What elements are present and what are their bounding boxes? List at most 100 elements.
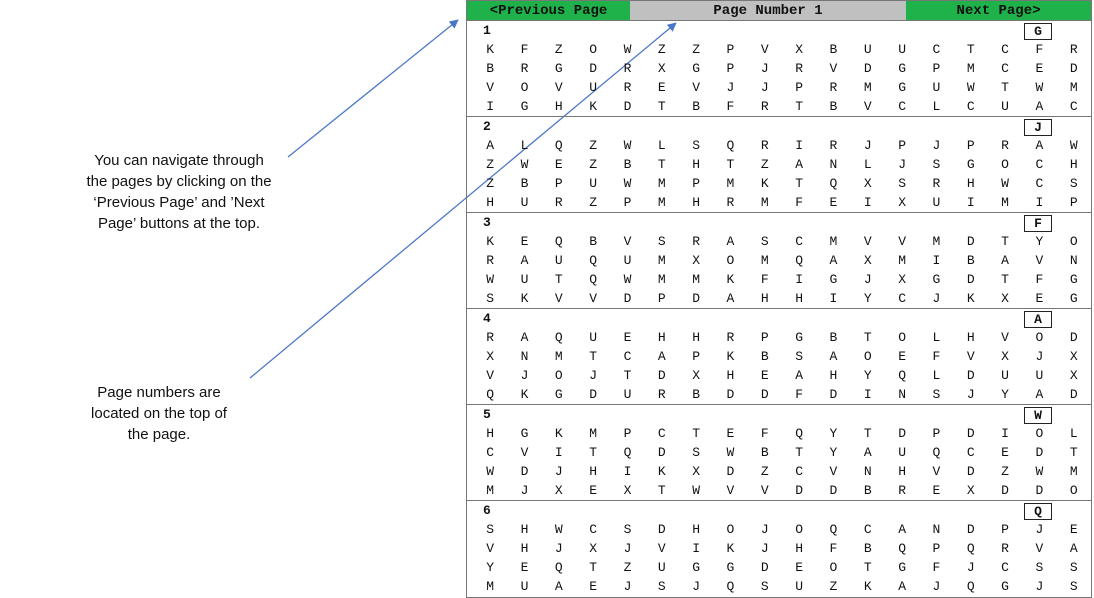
letter-cell: D xyxy=(623,291,632,306)
letter-cell: F xyxy=(1035,42,1044,57)
letter-cell: I xyxy=(863,387,872,402)
letter-cell: I xyxy=(966,195,975,210)
letter-cell: D xyxy=(966,368,975,383)
letter-cell: E xyxy=(898,349,906,364)
letter-cell: C xyxy=(966,99,975,114)
letter-cell: K xyxy=(726,272,735,287)
letter-cell: T xyxy=(863,426,872,441)
letter-row: IGHKDTBFRTBVCLCUAC xyxy=(467,97,1091,116)
answer-letter-box: A xyxy=(1024,311,1052,328)
letter-cell: I xyxy=(795,272,804,287)
letter-cell: G xyxy=(1069,272,1078,287)
letter-cell: O xyxy=(726,253,735,268)
letter-cell: T xyxy=(589,560,598,575)
letter-cell: E xyxy=(932,483,941,498)
letter-block: 2JALQZWLSQRIRJPJPRAWZWEZBTHTZANLJSGOCHZB… xyxy=(467,117,1091,213)
letter-cell: H xyxy=(589,464,598,479)
letter-cell: D xyxy=(966,272,975,287)
letter-cell: M xyxy=(486,579,495,594)
letter-cell: J xyxy=(932,138,941,153)
letter-cell: U xyxy=(554,253,563,268)
letter-cell: K xyxy=(486,234,495,249)
letter-cell: V xyxy=(520,445,529,460)
letter-cell: P xyxy=(1001,522,1009,537)
letter-cell: S xyxy=(1069,560,1078,575)
letter-cell: N xyxy=(898,387,906,402)
letter-cell: E xyxy=(520,234,529,249)
letter-cell: B xyxy=(966,253,975,268)
letter-cell: N xyxy=(520,349,529,364)
letter-cell: T xyxy=(554,272,563,287)
letter-cell: W xyxy=(1035,464,1044,479)
letter-cell: U xyxy=(657,560,666,575)
navigation-instruction-note: You can navigate through the pages by cl… xyxy=(86,152,272,232)
letter-cell: A xyxy=(1035,138,1044,153)
letter-row: HURZPMHRMFEIXUIMIP xyxy=(467,193,1091,212)
letter-cell: W xyxy=(1001,176,1009,191)
letter-cell: X xyxy=(486,349,495,364)
letter-cell: R xyxy=(898,483,906,498)
letter-row: KEQBVSRASCMVVMDTYO xyxy=(467,232,1091,251)
letter-cell: U xyxy=(898,42,906,57)
letter-cell: X xyxy=(863,176,872,191)
letter-cell: F xyxy=(932,560,941,575)
letter-cell: K xyxy=(486,42,495,57)
letter-cell: H xyxy=(760,291,769,306)
letter-cell: U xyxy=(1001,99,1009,114)
letter-row: VJOJTDXHEAHYQLDUUX xyxy=(467,366,1091,385)
letter-cell: H xyxy=(692,195,701,210)
letter-cell: R xyxy=(726,195,735,210)
letter-cell: J xyxy=(863,138,872,153)
letter-cell: P xyxy=(795,80,804,95)
letter-cell: C xyxy=(1035,157,1044,172)
letter-cell: M xyxy=(657,272,666,287)
letter-cell: N xyxy=(1069,253,1078,268)
letter-cell: K xyxy=(554,426,563,441)
page-number-label: Page Number 1 xyxy=(630,1,906,20)
letter-cell: H xyxy=(520,541,529,556)
letter-cell: S xyxy=(692,138,701,153)
letter-cell: D xyxy=(1001,483,1009,498)
letter-cell: T xyxy=(623,368,632,383)
letter-cell: E xyxy=(760,368,769,383)
previous-page-button[interactable]: <Previous Page xyxy=(467,1,630,20)
letter-cell: V xyxy=(554,291,563,306)
letter-cell: L xyxy=(657,138,666,153)
letter-cell: T xyxy=(1001,80,1009,95)
letter-cell: S xyxy=(657,579,666,594)
letter-cell: D xyxy=(1069,61,1078,76)
letter-cell: C xyxy=(589,522,598,537)
letter-row: CVITQDSWBTYAUQCEDT xyxy=(467,443,1091,462)
letter-cell: W xyxy=(554,522,563,537)
letter-cell: M xyxy=(932,234,941,249)
letter-cell: R xyxy=(486,330,495,345)
letter-cell: S xyxy=(486,522,495,537)
letter-cell: C xyxy=(486,445,495,460)
letter-cell: R xyxy=(692,234,701,249)
next-page-button[interactable]: Next Page> xyxy=(906,1,1091,20)
letter-cell: M xyxy=(589,426,598,441)
letter-cell: D xyxy=(760,560,769,575)
letter-row: SKVVDPDAHHIYCJKXEG xyxy=(467,289,1091,308)
letter-cell: B xyxy=(520,176,529,191)
letter-cell: G xyxy=(932,272,941,287)
letter-cell: W xyxy=(520,157,529,172)
block-number: 2 xyxy=(483,119,491,134)
letter-cell: D xyxy=(863,61,872,76)
letter-row: ALQZWLSQRIRJPJPRAW xyxy=(467,136,1091,155)
letter-cell: J xyxy=(1035,349,1044,364)
letter-cell: D xyxy=(1069,387,1078,402)
letter-row: RAUQUMXOMQAXMIBAVN xyxy=(467,251,1091,270)
letter-cell: S xyxy=(1069,579,1078,594)
letter-cell: U xyxy=(1001,368,1009,383)
letter-cell: R xyxy=(795,61,804,76)
letter-cell: Q xyxy=(554,560,563,575)
letter-cell: B xyxy=(760,445,769,460)
letter-cell: A xyxy=(554,579,563,594)
letter-cell: V xyxy=(486,368,495,383)
letter-cell: H xyxy=(1069,157,1078,172)
letter-cell: V xyxy=(760,42,769,57)
letter-cell: K xyxy=(863,579,872,594)
letter-cell: M xyxy=(760,195,769,210)
letter-cell: P xyxy=(932,541,941,556)
